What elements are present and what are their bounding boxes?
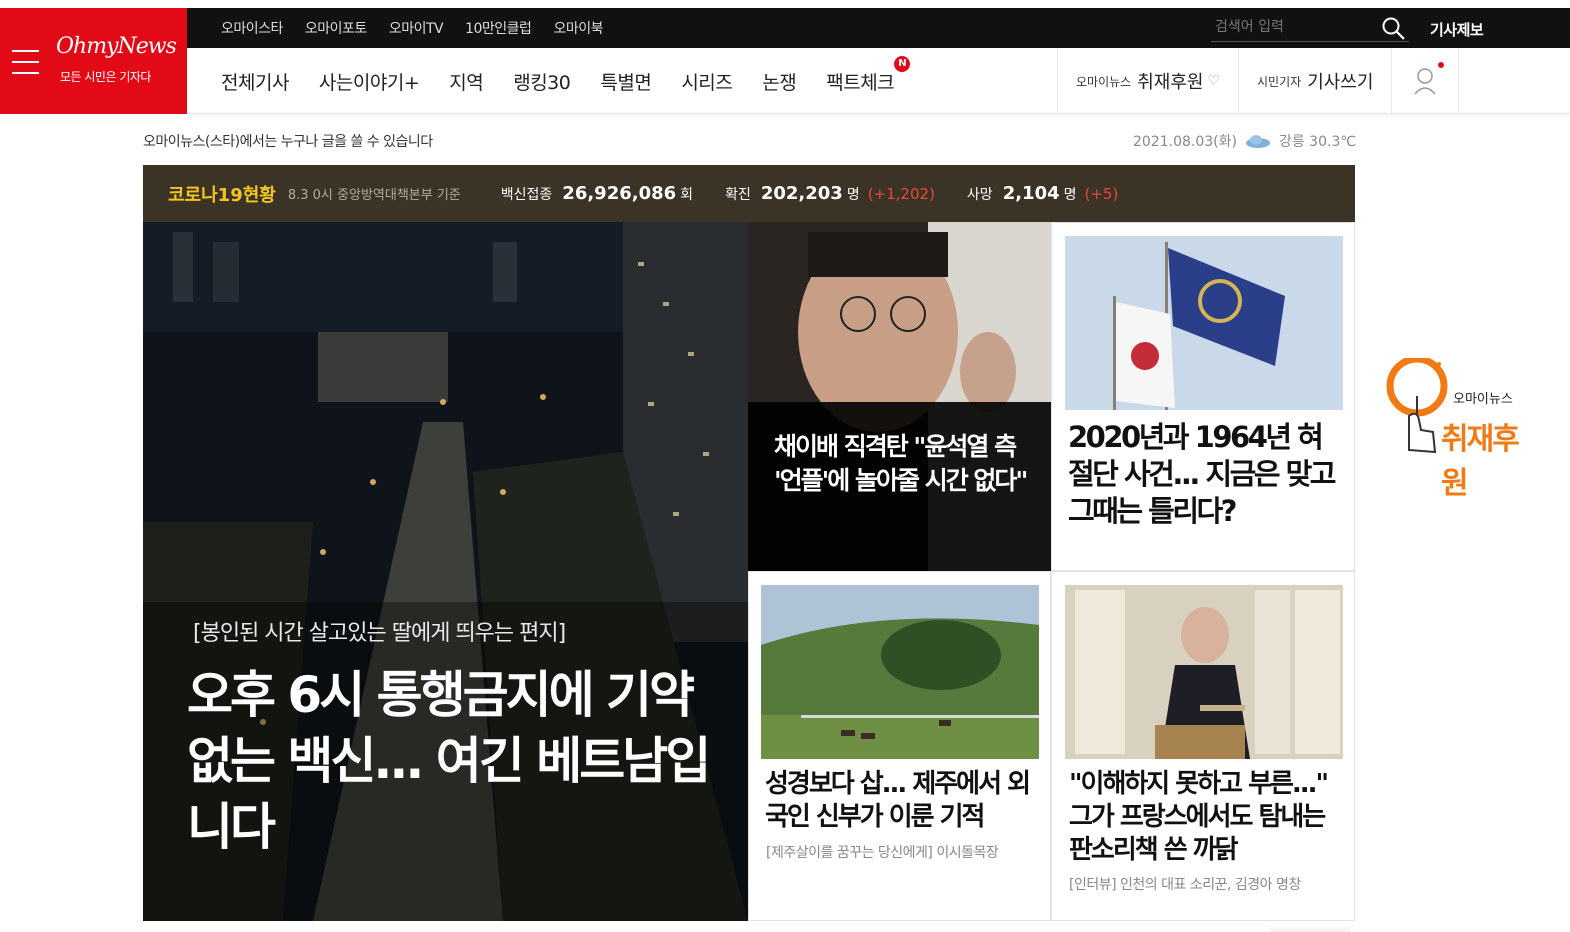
nav-right: 오마이뉴스 취재후원 ♡ 시민기자 기사쓰기 bbox=[1057, 48, 1460, 114]
support-pre: 오마이뉴스 bbox=[1076, 74, 1132, 89]
heart-icon: ♡ bbox=[1207, 73, 1221, 89]
article-photo bbox=[761, 585, 1039, 759]
top-strip bbox=[0, 0, 1570, 8]
nav-item-ranking[interactable]: 랭킹30 bbox=[513, 68, 571, 95]
article-subtitle[interactable]: [제주살이를 꿈꾸는 당신에게] 이시돌목장 bbox=[766, 842, 999, 862]
article-subtitle[interactable]: [인터뷰] 인천의 대표 소리꾼, 김경아 명창 bbox=[1069, 874, 1301, 894]
confirmed-delta: (+1,202) bbox=[867, 184, 935, 203]
logo-block[interactable]: OhmyNews 모든 시민은 기자다 bbox=[0, 8, 187, 114]
covid-basis: 8.3 0시 중앙방역대책본부 기준 bbox=[287, 188, 461, 203]
nav-item-all[interactable]: 전체기사 bbox=[221, 68, 289, 95]
confirmed-value: 202,203 bbox=[760, 183, 843, 204]
nav-item-special[interactable]: 특별면 bbox=[600, 68, 651, 95]
vaccine-label: 백신접종 bbox=[500, 186, 553, 203]
article-title[interactable]: 2020년과 1964년 혀 절단 사건... 지금은 맞고 그때는 틀리다? bbox=[1068, 419, 1344, 530]
date: 2021.08.03(화) bbox=[1133, 134, 1237, 150]
weather: 강릉 30.3℃ bbox=[1278, 134, 1357, 150]
death-delta: (+5) bbox=[1084, 184, 1119, 203]
write-label: 기사쓰기 bbox=[1307, 72, 1374, 93]
user-icon bbox=[1414, 68, 1437, 95]
floating-support-banner[interactable]: 오마이뉴스 취재후원 bbox=[1383, 358, 1533, 501]
site-link-club[interactable]: 10만인클럽 bbox=[465, 18, 532, 38]
main-feature-kicker[interactable]: [봉인된 시간 살고있는 딸에게 띄우는 편지] bbox=[193, 615, 566, 647]
confirmed-label: 확진 bbox=[725, 186, 751, 203]
article-title[interactable]: "이해하지 못하고 부른..." 그가 프랑스에서도 탐내는 판소리책 쓴 까닭 bbox=[1069, 768, 1345, 867]
nav-item-factcheck[interactable]: 팩트체크 N bbox=[826, 55, 911, 95]
article-title[interactable]: 채이배 직격탄 "윤석열 측 '언플'에 놀아줄 시간 없다" bbox=[774, 430, 1034, 498]
menu-icon[interactable] bbox=[12, 50, 39, 74]
death-value: 2,104 bbox=[1002, 183, 1060, 204]
nav-item-factcheck-label: 팩트체크 bbox=[826, 71, 895, 94]
top-bar: 오마이스타 오마이포토 오마이TV 10만인클럽 오마이북 기사제보 bbox=[187, 8, 1570, 48]
article-title[interactable]: 성경보다 삽... 제주에서 외국인 신부가 이룬 기적 bbox=[765, 768, 1045, 834]
family-sites: 오마이스타 오마이포토 오마이TV 10만인클럽 오마이북 bbox=[221, 8, 603, 48]
death-unit: 명 bbox=[1063, 186, 1077, 203]
write-pre: 시민기자 bbox=[1257, 74, 1302, 89]
vaccine-unit: 회 bbox=[680, 186, 694, 203]
covid-status-bar[interactable]: 코로나19현황 8.3 0시 중앙방역대책본부 기준 백신접종 26,926,0… bbox=[143, 165, 1355, 222]
below-fold-hint bbox=[1270, 925, 1350, 932]
article-card[interactable]: 채이배 직격탄 "윤석열 측 '언플'에 놀아줄 시간 없다" bbox=[748, 222, 1051, 571]
site-link-star[interactable]: 오마이스타 bbox=[221, 18, 283, 38]
tagline: 오마이뉴스(스타)에서는 누구나 글을 쓸 수 있습니다 bbox=[143, 134, 433, 150]
article-photo bbox=[1065, 236, 1343, 410]
main-nav: 전체기사 사는이야기+ 지역 랭킹30 특별면 시리즈 논쟁 팩트체크 N 오마이… bbox=[187, 48, 1570, 114]
report-link[interactable]: 기사제보 bbox=[1430, 19, 1484, 40]
nav-item-series[interactable]: 시리즈 bbox=[681, 68, 732, 95]
slogan: 모든 시민은 기자다 bbox=[60, 70, 151, 84]
nav-item-region[interactable]: 지역 bbox=[449, 68, 483, 95]
user-button[interactable] bbox=[1391, 48, 1460, 114]
nav-item-life[interactable]: 사는이야기+ bbox=[319, 68, 420, 95]
site-link-tv[interactable]: 오마이TV bbox=[389, 18, 444, 38]
search-icon[interactable] bbox=[1381, 16, 1407, 42]
article-card[interactable]: "이해하지 못하고 부른..." 그가 프랑스에서도 탐내는 판소리책 쓴 까닭… bbox=[1051, 571, 1355, 921]
vaccine-value: 26,926,086 bbox=[562, 183, 677, 204]
death-label: 사망 bbox=[966, 186, 993, 203]
site-link-book[interactable]: 오마이북 bbox=[553, 18, 603, 38]
article-card[interactable]: 성경보다 삽... 제주에서 외국인 신부가 이룬 기적 [제주살이를 꿈꾸는 … bbox=[748, 571, 1051, 921]
date-weather: 2021.08.03(화) 강릉 30.3℃ bbox=[1133, 131, 1356, 151]
main-feature-title[interactable]: 오후 6시 통행금지에 기약없는 백신... 여긴 베트남입니다 bbox=[187, 662, 727, 860]
support-banner-big: 취재후원 bbox=[1441, 422, 1520, 501]
article-photo bbox=[748, 222, 1051, 571]
notification-dot bbox=[1438, 62, 1445, 68]
support-label: 취재후원 bbox=[1137, 72, 1204, 93]
support-link[interactable]: 오마이뉴스 취재후원 ♡ bbox=[1057, 48, 1238, 114]
covid-title: 코로나19현황 bbox=[168, 184, 276, 206]
nav-item-debate[interactable]: 논쟁 bbox=[762, 68, 796, 95]
site-link-photo[interactable]: 오마이포토 bbox=[305, 18, 367, 38]
confirmed-unit: 명 bbox=[846, 186, 860, 203]
new-badge: N bbox=[894, 55, 911, 72]
search-input[interactable] bbox=[1211, 14, 1371, 40]
main-feature-article[interactable]: [봉인된 시간 살고있는 딸에게 띄우는 편지] 오후 6시 통행금지에 기약없… bbox=[143, 222, 748, 921]
support-banner-small: 오마이뉴스 bbox=[1453, 392, 1513, 407]
search-box bbox=[1211, 14, 1409, 42]
write-link[interactable]: 시민기자 기사쓰기 bbox=[1238, 48, 1391, 114]
article-card[interactable]: 2020년과 1964년 혀 절단 사건... 지금은 맞고 그때는 틀리다? bbox=[1051, 222, 1355, 571]
cloud-icon bbox=[1245, 135, 1270, 148]
nav-menu: 전체기사 사는이야기+ 지역 랭킹30 특별면 시리즈 논쟁 팩트체크 N bbox=[221, 48, 911, 114]
brand-logo[interactable]: OhmyNews bbox=[56, 34, 177, 59]
article-photo bbox=[1065, 585, 1343, 759]
